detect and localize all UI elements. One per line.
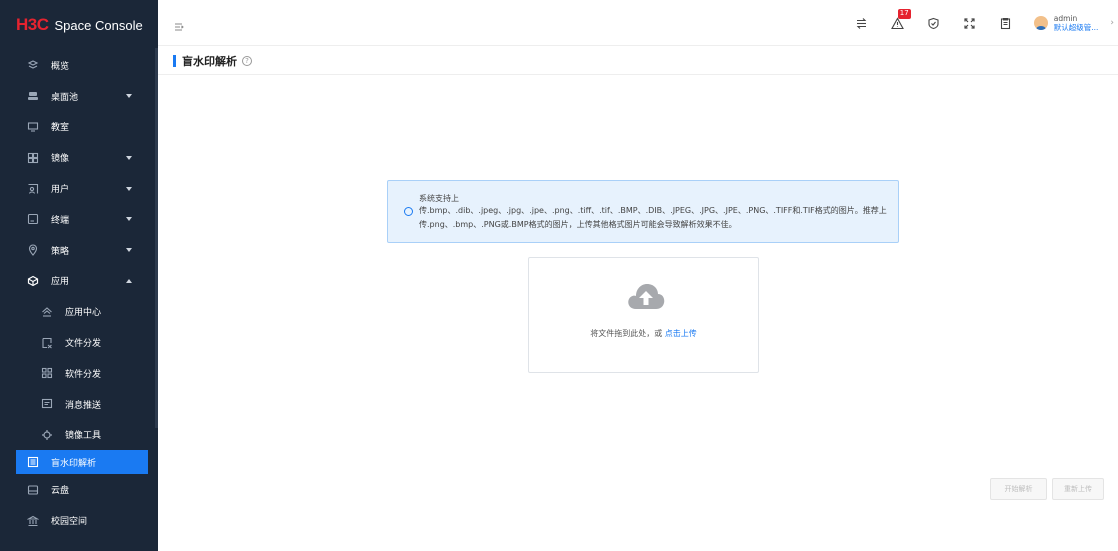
desktop-pool-icon bbox=[26, 89, 40, 103]
user-role: 默认超级管... bbox=[1053, 23, 1099, 32]
alarm-count-badge: 17 bbox=[897, 9, 911, 19]
user-icon bbox=[26, 182, 40, 196]
chevron-right-icon: › bbox=[1110, 18, 1114, 28]
clipboard-icon[interactable] bbox=[998, 15, 1014, 31]
page-title: 盲水印解析 bbox=[182, 55, 237, 68]
alarm-icon[interactable]: 17 bbox=[890, 9, 911, 31]
topbar: 17 admin 默认超级管... › bbox=[158, 0, 1118, 46]
app-icon bbox=[26, 274, 40, 288]
sidebar-item-label: 校园空间 bbox=[51, 517, 88, 528]
switch-icon[interactable] bbox=[854, 15, 870, 31]
header-divider bbox=[158, 74, 1118, 75]
sidebar-item-file-distribution[interactable]: 文件分发 bbox=[0, 327, 158, 358]
upload-hint-text: 将文件拖到此处，或 bbox=[590, 329, 665, 338]
message-push-icon bbox=[40, 397, 54, 411]
sidebar-item-image-tool[interactable]: 镜像工具 bbox=[0, 420, 158, 451]
classroom-icon bbox=[26, 120, 40, 134]
chevron-down-icon bbox=[126, 94, 132, 99]
sidebar-item-label: 应用中心 bbox=[65, 308, 102, 319]
h3c-logo: H3C bbox=[16, 15, 49, 34]
user-info: admin 默认超级管... bbox=[1054, 14, 1099, 32]
sidebar-item-label: 盲水印解析 bbox=[51, 458, 97, 469]
avatar bbox=[1033, 16, 1048, 30]
topbar-icons: 17 admin 默认超级管... › bbox=[854, 0, 1118, 46]
chevron-down-icon bbox=[126, 155, 132, 160]
sidebar-item-label: 消息推送 bbox=[65, 400, 102, 411]
sidebar-item-terminal[interactable]: 终端 bbox=[0, 204, 158, 235]
sidebar-menu: 概览 桌面池 教室 镜像 用户 终端 策略 应用 应用中心 文件分发 软件分发 … bbox=[0, 50, 158, 536]
sidebar-item-label: 用户 bbox=[51, 185, 70, 196]
fullscreen-icon[interactable] bbox=[962, 15, 978, 31]
overview-icon bbox=[26, 58, 40, 72]
sidebar-item-label: 桌面池 bbox=[51, 92, 79, 103]
sidebar-item-label: 镜像工具 bbox=[65, 431, 102, 442]
chevron-up-icon bbox=[126, 278, 132, 283]
sidebar-item-label: 应用 bbox=[51, 277, 70, 288]
policy-icon bbox=[26, 243, 40, 257]
app-center-icon bbox=[40, 305, 54, 319]
sidebar-item-app-center[interactable]: 应用中心 bbox=[0, 296, 158, 327]
sidebar-item-label: 软件分发 bbox=[65, 369, 102, 380]
sidebar-item-label: 终端 bbox=[51, 215, 70, 226]
user-name: admin bbox=[1053, 14, 1078, 23]
sidebar-item-cloud-disk[interactable]: 云盘 bbox=[0, 474, 158, 505]
help-icon[interactable]: ? bbox=[242, 56, 252, 66]
chevron-down-icon bbox=[126, 248, 132, 253]
sidebar-item-label: 文件分发 bbox=[65, 339, 102, 350]
sidebar-item-campus-space[interactable]: 校园空间 bbox=[0, 505, 158, 536]
sidebar-item-software-distribution[interactable]: 软件分发 bbox=[0, 358, 158, 389]
image-icon bbox=[26, 151, 40, 165]
title-accent-bar bbox=[173, 55, 176, 67]
cloud-disk-icon bbox=[26, 483, 40, 497]
sidebar: H3C Space Console 概览 桌面池 教室 镜像 用户 终端 策略 … bbox=[0, 0, 158, 551]
reupload-button[interactable]: 重新上传 bbox=[1052, 478, 1104, 500]
info-icon bbox=[404, 207, 413, 216]
sidebar-item-user[interactable]: 用户 bbox=[0, 173, 158, 204]
sidebar-item-overview[interactable]: 概览 bbox=[0, 50, 158, 81]
sidebar-item-message-push[interactable]: 消息推送 bbox=[0, 389, 158, 420]
sidebar-item-label: 云盘 bbox=[51, 486, 70, 497]
user-menu[interactable]: admin 默认超级管... › bbox=[1033, 14, 1114, 32]
upload-hint: 将文件拖到此处，或 点击上传 bbox=[529, 328, 758, 339]
upload-dropzone[interactable]: 将文件拖到此处，或 点击上传 bbox=[528, 257, 759, 373]
sidebar-item-label: 教室 bbox=[51, 123, 70, 134]
brand-title: Space Console bbox=[54, 17, 143, 33]
sidebar-item-image[interactable]: 镜像 bbox=[0, 142, 158, 173]
collapse-menu-icon[interactable] bbox=[174, 17, 184, 31]
sidebar-item-watermark-parse[interactable]: 盲水印解析 bbox=[16, 450, 148, 475]
campus-space-icon bbox=[26, 514, 40, 528]
shield-icon[interactable] bbox=[926, 15, 942, 31]
image-tool-icon bbox=[40, 428, 54, 442]
upload-link[interactable]: 点击上传 bbox=[665, 329, 697, 338]
sidebar-item-classroom[interactable]: 教室 bbox=[0, 112, 158, 143]
chevron-down-icon bbox=[126, 186, 132, 191]
page-header: 盲水印解析 ? bbox=[173, 53, 252, 69]
chevron-down-icon bbox=[126, 217, 132, 222]
terminal-icon bbox=[26, 212, 40, 226]
info-title: 系统支持上 bbox=[419, 194, 459, 203]
watermark-icon bbox=[26, 455, 40, 469]
file-distribution-icon bbox=[40, 336, 54, 350]
software-distribution-icon bbox=[40, 366, 54, 380]
sidebar-item-desktop-pool[interactable]: 桌面池 bbox=[0, 81, 158, 112]
sidebar-item-policy[interactable]: 策略 bbox=[0, 235, 158, 266]
sidebar-item-label: 策略 bbox=[51, 246, 70, 257]
sidebar-item-label: 镜像 bbox=[51, 154, 70, 165]
cloud-upload-icon bbox=[628, 284, 665, 309]
info-description: 传.bmp、.dib、.jpeg、.jpg、.jpe、.png、.tiff、.t… bbox=[419, 206, 887, 229]
sidebar-item-app[interactable]: 应用 bbox=[0, 266, 158, 297]
start-parse-button[interactable]: 开始解析 bbox=[990, 478, 1047, 500]
info-alert: 系统支持上 传.bmp、.dib、.jpeg、.jpg、.jpe、.png、.t… bbox=[387, 180, 899, 243]
sidebar-item-label: 概览 bbox=[51, 61, 70, 72]
brand: H3C Space Console bbox=[0, 0, 158, 50]
